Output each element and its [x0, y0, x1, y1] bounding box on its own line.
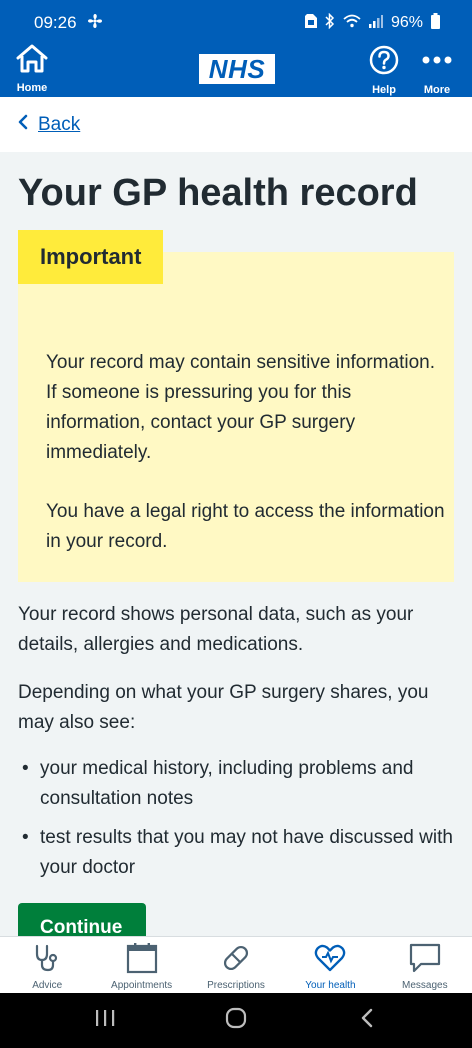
depending-paragraph: Depending on what your GP surgery shares…	[18, 682, 429, 733]
status-time: 09:26	[34, 13, 77, 32]
back-link[interactable]: Back	[18, 114, 80, 136]
recent-apps-icon	[95, 1009, 115, 1032]
tab-your-health[interactable]: Your health	[283, 937, 377, 993]
tab-label: Prescriptions	[207, 980, 265, 991]
home-nav-button[interactable]	[216, 1006, 256, 1036]
callout-paragraph: Your record may contain sensitive inform…	[46, 352, 435, 463]
home-label: Home	[16, 82, 48, 94]
tab-label: Messages	[402, 980, 448, 991]
tab-label: Appointments	[111, 980, 173, 991]
chevron-left-icon	[18, 114, 28, 136]
help-button[interactable]: Help	[368, 44, 400, 96]
intro-paragraph: Your record shows personal data, such as…	[18, 604, 414, 655]
android-navigation-bar	[0, 993, 472, 1048]
tab-prescriptions[interactable]: Prescriptions	[189, 937, 283, 993]
help-icon	[368, 44, 400, 81]
continue-button[interactable]: Continue	[18, 903, 146, 936]
tab-label: Advice	[32, 980, 63, 991]
sim-icon	[304, 13, 317, 33]
stethoscope-icon	[32, 942, 62, 974]
bluetooth-icon	[325, 12, 335, 34]
heart-icon	[314, 942, 346, 974]
bottom-tab-bar: Advice Appointments Prescriptions Your h…	[0, 936, 472, 993]
page-title: Your GP health record	[18, 172, 418, 214]
tab-appointments[interactable]: Appointments	[94, 937, 188, 993]
back-nav-icon	[360, 1008, 374, 1033]
more-icon	[420, 44, 454, 81]
tab-label: Your health	[305, 980, 356, 991]
nhs-logo: NHS	[199, 54, 275, 84]
back-label: Back	[38, 113, 81, 135]
important-callout: Important Your record may contain sensit…	[18, 230, 454, 582]
home-nav-icon	[225, 1007, 247, 1034]
status-bar: 09:26 96%	[0, 0, 472, 46]
pill-icon	[220, 942, 252, 974]
more-label: More	[423, 84, 451, 96]
main-content: Your GP health record Important Your rec…	[0, 152, 472, 936]
record-contents-list: your medical history, including problems…	[18, 754, 454, 883]
callout-body: Your record may contain sensitive inform…	[46, 348, 446, 557]
wifi-icon	[343, 14, 361, 33]
back-nav-button[interactable]	[347, 1006, 387, 1036]
callout-label: Important	[18, 230, 164, 284]
more-button[interactable]: More	[420, 44, 454, 96]
signal-icon	[368, 14, 383, 33]
message-icon	[409, 942, 441, 974]
battery-icon	[431, 12, 440, 34]
battery-percent: 96%	[390, 14, 423, 31]
back-bar: Back	[0, 97, 472, 152]
app-header: Home NHS Help More	[0, 44, 472, 97]
tab-messages[interactable]: Messages	[378, 937, 472, 993]
app-header-area: 09:26 96% Home NHS Help More	[0, 0, 472, 97]
list-item: test results that you may not have discu…	[18, 823, 454, 883]
callout-paragraph: You have a legal right to access the inf…	[46, 501, 445, 552]
home-icon	[14, 44, 50, 79]
tab-advice[interactable]: Advice	[0, 937, 94, 993]
fan-icon	[87, 13, 103, 34]
help-label: Help	[372, 84, 396, 96]
calendar-icon	[126, 942, 158, 974]
recent-apps-button[interactable]	[85, 1006, 125, 1036]
list-item: your medical history, including problems…	[18, 754, 454, 814]
home-button[interactable]: Home	[14, 44, 50, 94]
